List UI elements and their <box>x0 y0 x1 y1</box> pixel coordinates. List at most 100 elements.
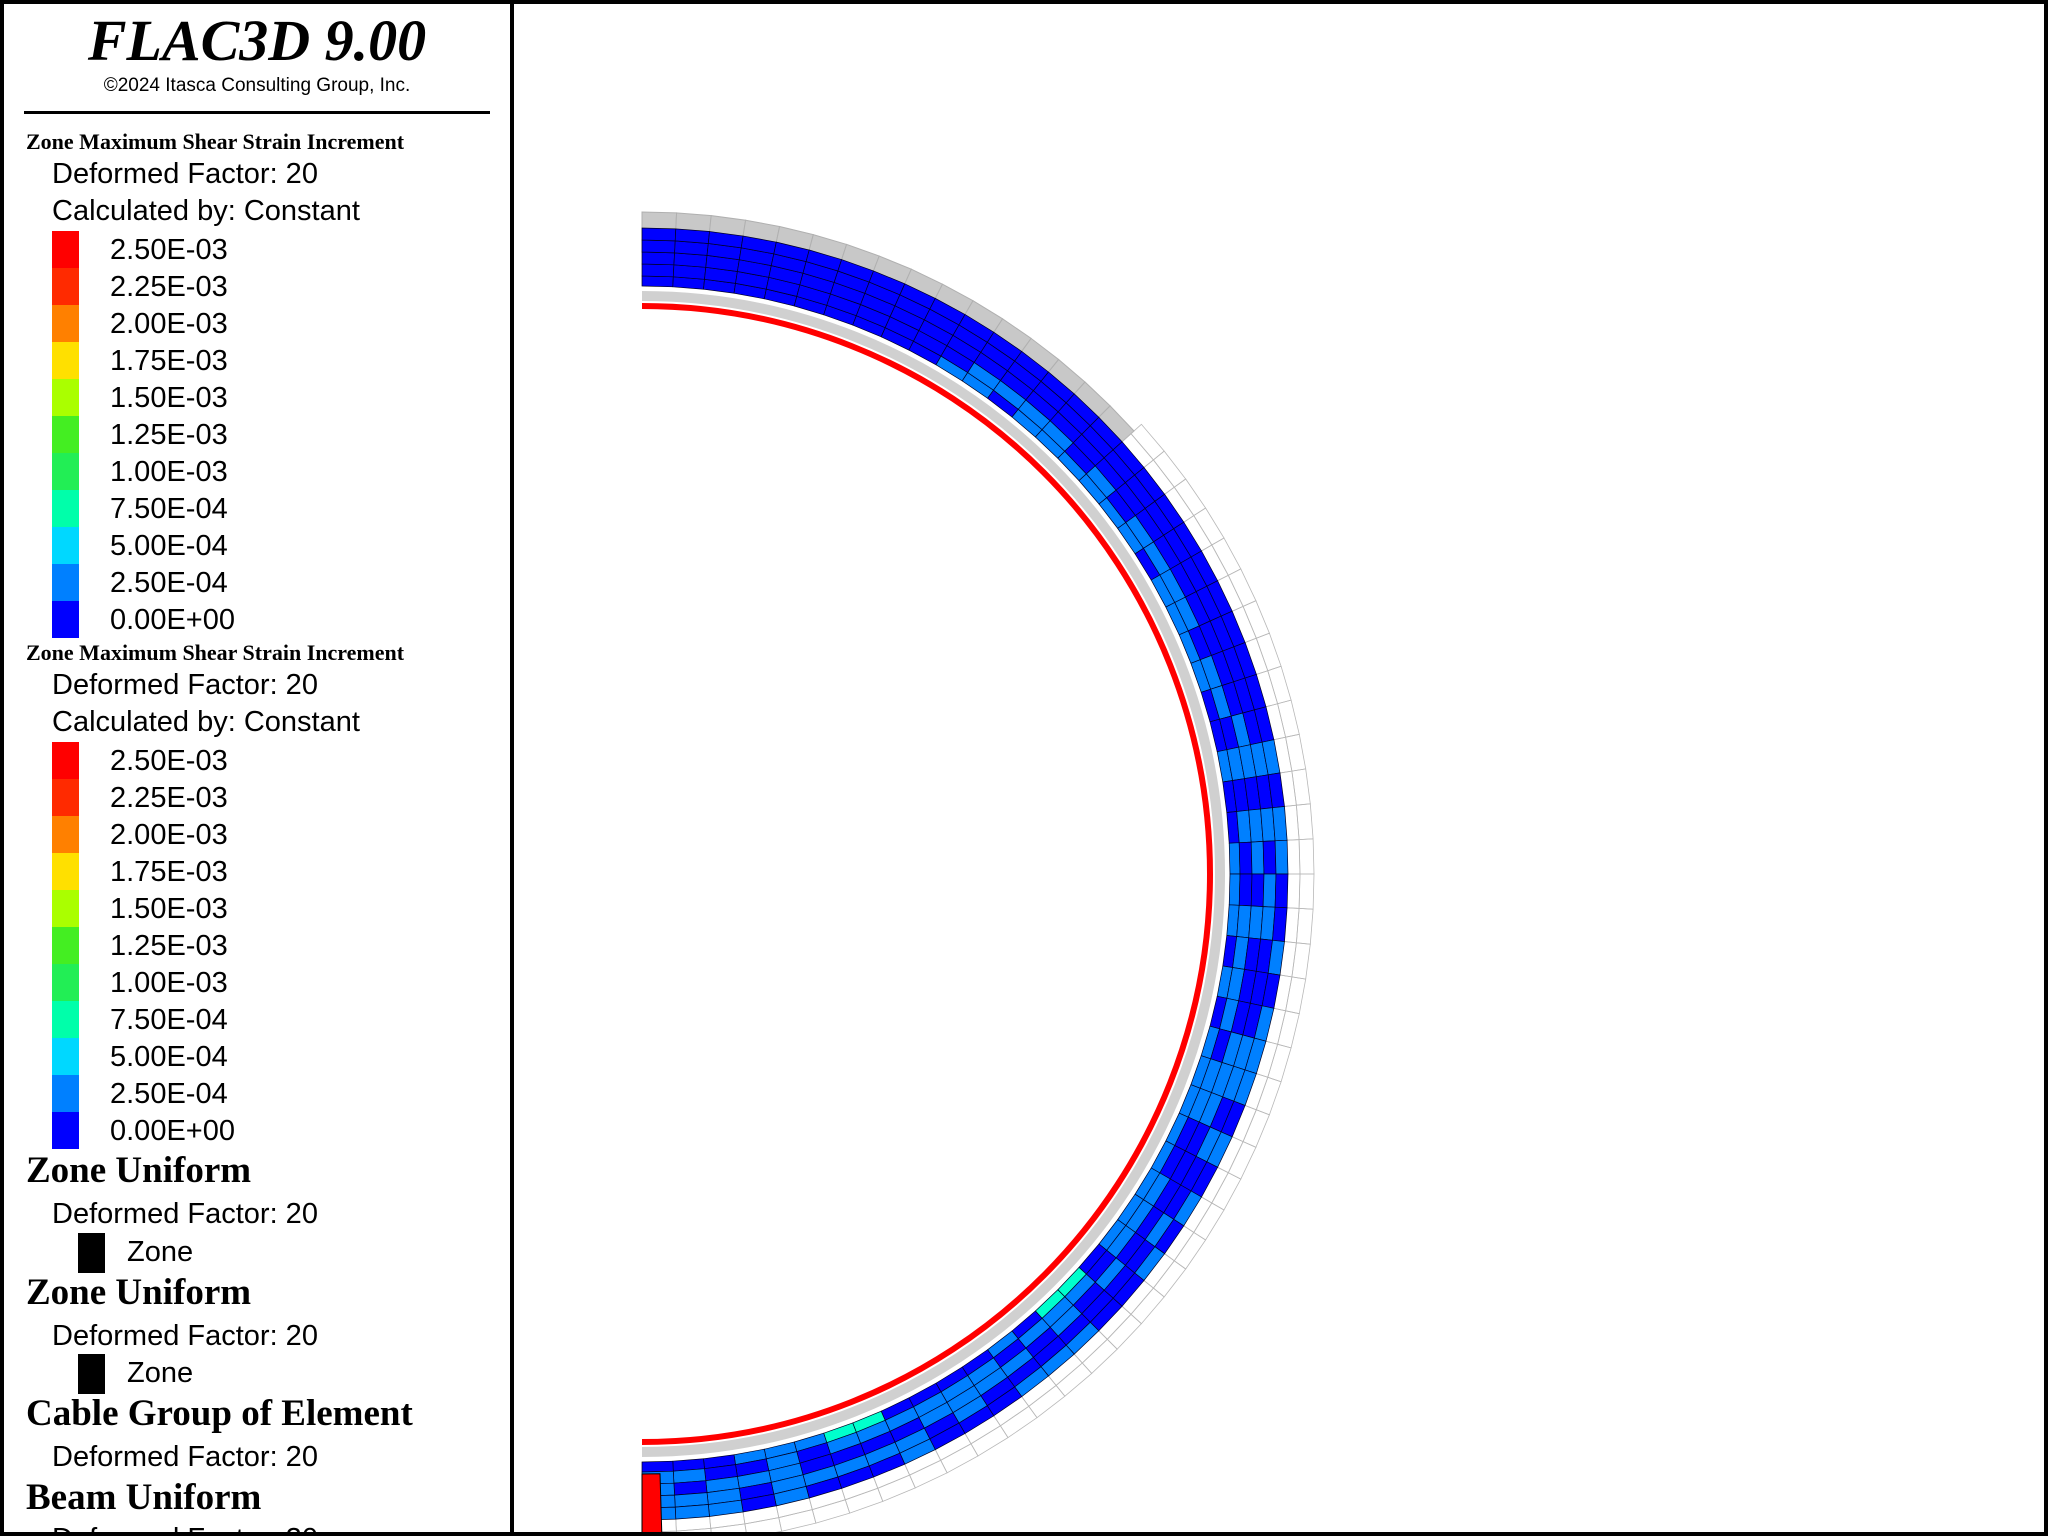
scale-label: 1.00E-03 <box>110 456 228 488</box>
color-swatch <box>52 1038 79 1075</box>
contour-title: Zone Maximum Shear Strain Increment <box>26 640 405 665</box>
undeformed-zone <box>1227 568 1257 607</box>
strain-zone <box>641 239 676 254</box>
color-swatch <box>52 490 79 527</box>
scale-label: 2.25E-03 <box>110 271 228 303</box>
calculated-by-text: Calculated by: Constant <box>52 706 360 738</box>
scale-label: 2.00E-03 <box>110 819 228 851</box>
color-swatch <box>52 453 79 490</box>
strain-zone <box>1228 873 1241 906</box>
undeformed-zone <box>1242 600 1270 639</box>
calculated-by-text: Calculated by: Constant <box>52 195 360 227</box>
color-swatch <box>52 416 79 453</box>
undeformed-zone <box>1285 733 1307 772</box>
scale-label: 1.25E-03 <box>110 419 228 451</box>
undeformed-zone <box>1211 1172 1242 1211</box>
deformed-factor-text: Deformed Factor: 20 <box>52 1522 318 1532</box>
strain-zone <box>1250 841 1265 875</box>
undeformed-zone <box>778 1509 817 1532</box>
scale-label: 1.50E-03 <box>110 382 228 414</box>
undeformed-zone <box>1291 768 1311 806</box>
strain-zone <box>641 275 674 288</box>
zone-label: Zone <box>127 1236 194 1268</box>
undeformed-zone <box>1193 507 1225 546</box>
strain-zone <box>641 227 677 242</box>
beam-title: Beam Uniform <box>26 1477 262 1518</box>
color-swatch <box>52 890 79 927</box>
color-swatch <box>52 342 79 379</box>
undeformed-zone <box>744 1517 783 1532</box>
scale-label: 2.50E-04 <box>110 567 228 599</box>
legend-panel: FLAC3D 9.00 ©2024 Itasca Consulting Grou… <box>0 0 514 1536</box>
scale-label: 2.50E-04 <box>110 1078 228 1110</box>
undeformed-zone <box>1152 1260 1187 1298</box>
scale-label: 2.25E-03 <box>110 782 228 814</box>
color-swatch <box>52 853 79 890</box>
strain-zone <box>1272 906 1288 942</box>
zone-swatch <box>78 1354 105 1394</box>
contour-title: Zone Maximum Shear Strain Increment <box>26 129 405 154</box>
strain-zone <box>1262 840 1277 875</box>
deformed-factor-text: Deformed Factor: 20 <box>52 1198 318 1230</box>
scale-label: 1.00E-03 <box>110 967 228 999</box>
copyright-text: ©2024 Itasca Consulting Group, Inc. <box>103 75 411 96</box>
color-swatch <box>52 1075 79 1112</box>
undeformed-zone <box>1295 803 1314 841</box>
scale-label: 5.00E-04 <box>110 1041 228 1073</box>
undeformed-zone <box>1130 423 1165 461</box>
color-swatch <box>52 1112 79 1149</box>
undeformed-zone <box>1055 1362 1093 1397</box>
strain-zone <box>674 1504 710 1520</box>
strain-zone <box>1274 839 1289 875</box>
zone-uniform-title: Zone Uniform <box>26 1272 252 1313</box>
undeformed-zone <box>1295 907 1314 945</box>
undeformed-zone <box>1227 1141 1257 1180</box>
deformed-zone-group <box>641 227 1289 1521</box>
scale-label: 0.00E+00 <box>110 1115 235 1147</box>
scale-label: 1.75E-03 <box>110 856 228 888</box>
undeformed-zone <box>1173 478 1207 517</box>
strain-zone <box>641 1460 674 1473</box>
color-swatch <box>52 305 79 342</box>
undeformed-zone <box>1277 699 1300 738</box>
undeformed-zone <box>844 1487 884 1514</box>
undeformed-zone <box>811 1499 851 1524</box>
strain-zone <box>1228 842 1241 875</box>
zone-label: Zone <box>127 1357 194 1389</box>
undeformed-zone <box>1242 1109 1270 1148</box>
scale-label: 5.00E-04 <box>110 530 228 562</box>
undeformed-zone <box>940 1443 979 1474</box>
scale-label: 1.75E-03 <box>110 345 228 377</box>
color-swatch <box>52 742 79 779</box>
color-swatch <box>52 527 79 564</box>
strain-zone <box>1238 873 1253 907</box>
model-viewport[interactable] <box>510 0 2048 1536</box>
undeformed-zone <box>999 1405 1038 1439</box>
undeformed-zone <box>1277 1010 1300 1049</box>
high-strain-zone <box>641 1473 663 1532</box>
model-plot[interactable] <box>514 4 2044 1532</box>
color-swatch <box>52 268 79 305</box>
title-divider <box>24 111 490 114</box>
undeformed-zone <box>675 1527 712 1532</box>
deformed-factor-text: Deformed Factor: 20 <box>52 1320 318 1352</box>
zone-swatch <box>78 1233 105 1273</box>
color-swatch <box>52 1001 79 1038</box>
scale-label: 2.00E-03 <box>110 308 228 340</box>
deformed-factor-text: Deformed Factor: 20 <box>52 158 318 190</box>
color-swatch <box>52 601 79 638</box>
scale-label: 0.00E+00 <box>110 604 235 636</box>
undeformed-zone <box>1267 665 1292 705</box>
undeformed-zone <box>909 1459 948 1489</box>
undeformed-zone <box>1193 1202 1225 1241</box>
undeformed-zone <box>710 1523 747 1532</box>
undeformed-zone <box>1173 1231 1207 1270</box>
undeformed-zone <box>1255 1076 1282 1116</box>
strain-zone <box>1238 841 1253 875</box>
undeformed-zone <box>970 1425 1009 1457</box>
strain-zone <box>1250 873 1265 907</box>
scale-label: 7.50E-04 <box>110 1004 228 1036</box>
undeformed-zone <box>1211 537 1242 576</box>
color-swatch <box>52 564 79 601</box>
deformed-factor-text: Deformed Factor: 20 <box>52 1441 318 1473</box>
